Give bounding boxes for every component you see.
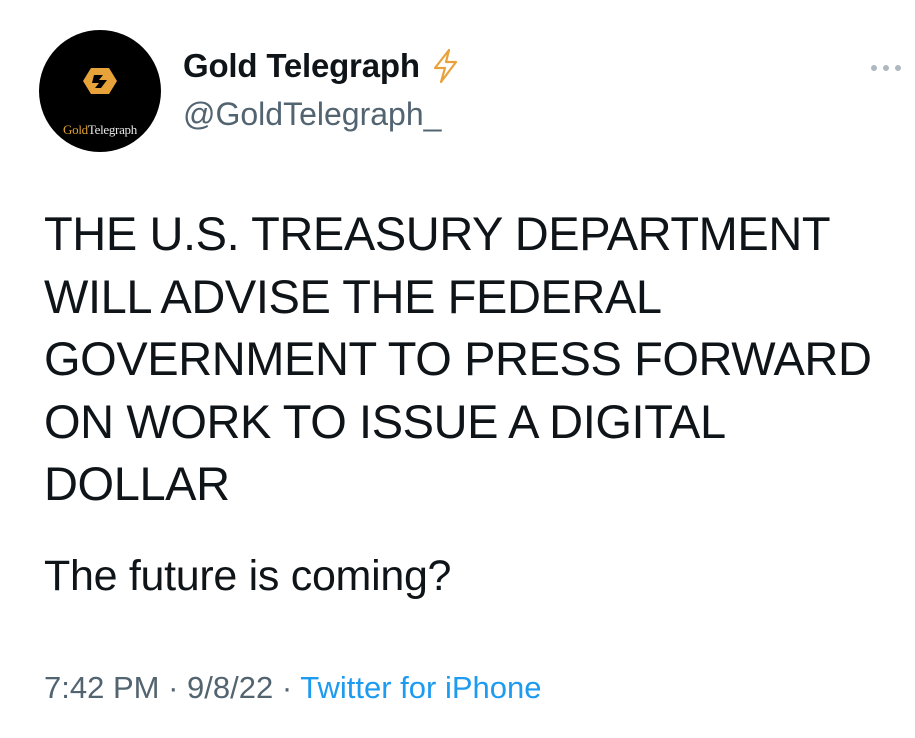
avatar-wordmark: GoldTelegraph — [39, 122, 161, 138]
tweet-time[interactable]: 7:42 PM — [44, 670, 159, 705]
gold-telegraph-logo-icon — [83, 68, 117, 94]
lightning-bolt-icon — [433, 48, 457, 84]
avatar-wordmark-gold: Gold — [63, 122, 88, 137]
name-row: Gold Telegraph — [183, 46, 460, 86]
user-handle[interactable]: @GoldTelegraph_ — [183, 96, 441, 133]
meta-separator-2: · — [281, 670, 293, 705]
tweet-date[interactable]: 9/8/22 — [187, 670, 273, 705]
tweet-text: THE U.S. TREASURY DEPARTMENT WILL ADVISE… — [44, 207, 872, 510]
avatar-wordmark-telegraph: Telegraph — [87, 122, 137, 137]
display-name[interactable]: Gold Telegraph — [183, 47, 420, 85]
tweet-source-link[interactable]: Twitter for iPhone — [300, 670, 541, 705]
more-options-icon[interactable] — [869, 62, 903, 74]
meta-separator: · — [168, 670, 179, 705]
tweet-comment: The future is coming? — [44, 552, 452, 600]
tweet-card: GoldTelegraph Gold Telegraph @GoldTelegr… — [0, 0, 915, 738]
avatar[interactable]: GoldTelegraph — [39, 30, 161, 152]
tweet-meta: 7:42 PM · 9/8/22 · Twitter for iPhone — [44, 670, 541, 706]
